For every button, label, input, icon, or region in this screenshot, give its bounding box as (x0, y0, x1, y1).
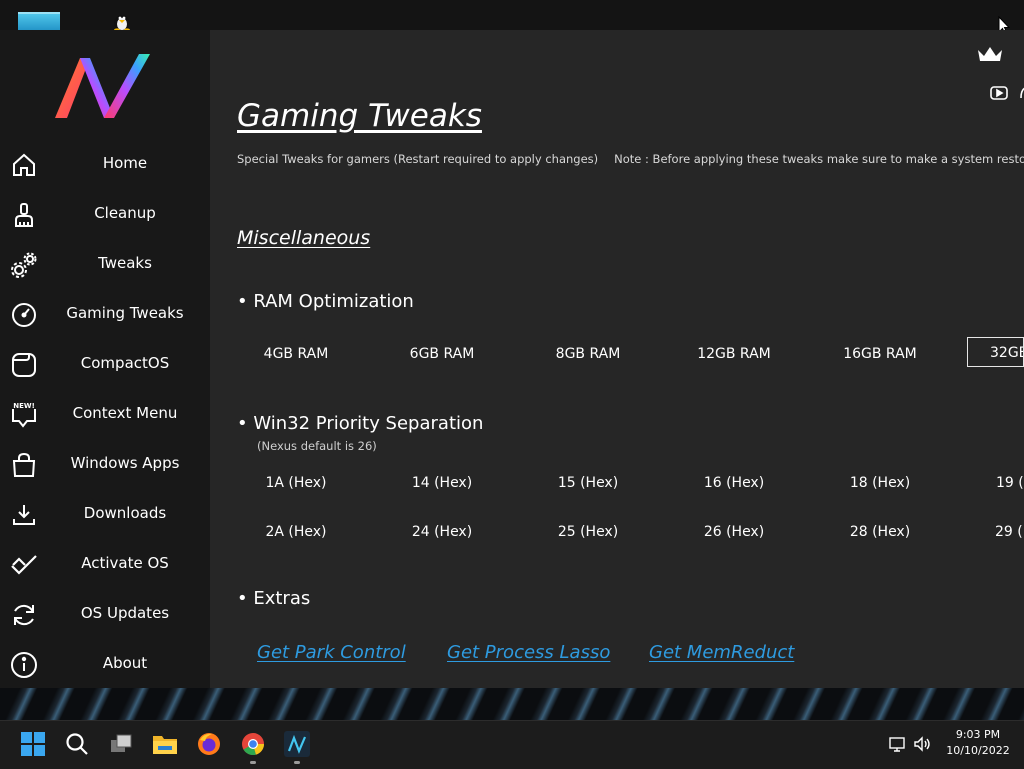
sidebar-item-gaming-tweaks[interactable]: Gaming Tweaks (0, 290, 210, 340)
main-panel: Gaming Tweaks Special Tweaks for gamers … (210, 30, 1024, 688)
gears-icon (11, 252, 37, 278)
ram-option-button[interactable]: 4GB RAM (230, 339, 362, 369)
sidebar-item-label: Gaming Tweaks (66, 304, 184, 322)
sidebar-item-about[interactable]: About (0, 640, 210, 690)
priority-option-button[interactable]: 2A (Hex) (230, 517, 362, 547)
nexus-running-indicator (294, 761, 300, 764)
volume-icon[interactable] (912, 734, 932, 754)
sidebar-item-os-updates[interactable]: OS Updates (0, 590, 210, 640)
ram-option-button[interactable]: 12GB RAM (668, 339, 800, 369)
sidebar-item-label: About (102, 654, 148, 672)
memreduct-link[interactable]: Get MemReduct (649, 642, 794, 663)
windows-start-icon[interactable] (20, 731, 46, 757)
clock-date: 10/10/2022 (946, 744, 1010, 757)
youtube-icon[interactable] (990, 86, 1008, 100)
task-view-icon[interactable] (108, 731, 134, 757)
desktop-wallpaper (0, 688, 1024, 720)
penguin-icon[interactable] (110, 10, 134, 32)
park-control-link[interactable]: Get Park Control (257, 642, 406, 663)
sidebar-item-label: OS Updates (80, 604, 170, 622)
sidebar-item-label: Tweaks (98, 254, 152, 272)
page-title: Gaming Tweaks (237, 98, 482, 134)
sidebar: Home Cleanup Tweaks Gaming Tweaks Compac… (0, 30, 210, 688)
win32-default-hint: (Nexus default is 26) (257, 439, 377, 453)
sidebar-item-label: Downloads (83, 504, 167, 522)
priority-option-button[interactable]: 24 (Hex) (376, 517, 508, 547)
desktop-top-strip (0, 0, 1024, 35)
sidebar-item-activate-os[interactable]: Activate OS (0, 540, 210, 590)
process-lasso-link[interactable]: Get Process Lasso (447, 642, 610, 663)
refresh-icon (14, 604, 34, 626)
checkmark-icon (11, 555, 37, 575)
partial-social-icon[interactable] (1018, 86, 1024, 100)
win32-priority-heading: • Win32 Priority Separation (237, 413, 484, 434)
sidebar-item-home[interactable]: Home (0, 140, 210, 190)
priority-option-button[interactable]: 1A (Hex) (230, 468, 362, 498)
shopping-bag-icon (12, 452, 36, 477)
section-title-miscellaneous: Miscellaneous (237, 227, 371, 249)
sidebar-item-label: Activate OS (81, 554, 169, 572)
sidebar-item-compactos[interactable]: CompactOS (0, 340, 210, 390)
compact-box-icon (12, 353, 36, 377)
priority-option-button[interactable]: 16 (Hex) (668, 468, 800, 498)
priority-option-button[interactable]: 25 (Hex) (522, 517, 654, 547)
extras-heading: • Extras (237, 588, 311, 609)
sidebar-item-context-menu[interactable]: NEW! Context Menu (0, 390, 210, 440)
priority-option-button[interactable]: 15 (Hex) (522, 468, 654, 498)
search-icon[interactable] (64, 731, 90, 757)
home-icon (13, 153, 35, 176)
sidebar-item-label: Context Menu (72, 404, 178, 422)
file-explorer-icon[interactable] (152, 731, 178, 757)
svg-text:NEW!: NEW! (13, 402, 35, 410)
priority-option-button[interactable]: 29 (Hex) (995, 517, 1024, 547)
priority-option-button[interactable]: 28 (Hex) (814, 517, 946, 547)
chrome-icon[interactable] (240, 731, 266, 757)
restore-point-note: Note : Before applying these tweaks make… (614, 152, 1024, 166)
ram-option-button[interactable]: 8GB RAM (522, 339, 654, 369)
subtitle-text: Special Tweaks for gamers (Restart requi… (237, 152, 599, 166)
priority-option-button[interactable]: 19 (Hex) (996, 468, 1024, 498)
download-icon (13, 505, 35, 525)
taskbar-clock[interactable]: 9:03 PM 10/10/2022 (940, 727, 1016, 759)
sidebar-item-tweaks[interactable]: Tweaks (0, 240, 210, 290)
crown-icon[interactable] (976, 44, 1004, 64)
sidebar-item-windows-apps[interactable]: Windows Apps (0, 440, 210, 490)
chrome-running-indicator (250, 761, 256, 764)
sidebar-item-label: Windows Apps (70, 454, 180, 472)
ram-option-button-selected[interactable]: 32GB RAM (967, 337, 1024, 367)
desktop-window-icon[interactable] (18, 12, 60, 32)
network-icon[interactable] (888, 734, 908, 754)
new-chat-icon: NEW! (12, 402, 36, 428)
speedometer-icon (12, 303, 36, 327)
sidebar-item-label: Home (102, 154, 148, 172)
ram-optimization-heading: • RAM Optimization (237, 291, 414, 312)
priority-option-button[interactable]: 26 (Hex) (668, 517, 800, 547)
firefox-icon[interactable] (196, 731, 222, 757)
clock-time: 9:03 PM (955, 728, 1001, 741)
priority-option-button[interactable]: 18 (Hex) (814, 468, 946, 498)
brush-icon (15, 203, 33, 227)
taskbar: 9:03 PM 10/10/2022 (0, 720, 1024, 769)
sidebar-item-cleanup[interactable]: Cleanup (0, 190, 210, 240)
sidebar-item-downloads[interactable]: Downloads (0, 490, 210, 540)
page-subtitle: Special Tweaks for gamers (Restart requi… (237, 152, 1024, 166)
app-logo-icon (55, 54, 150, 118)
priority-option-button[interactable]: 14 (Hex) (376, 468, 508, 498)
info-icon (11, 652, 37, 678)
nexus-app-icon[interactable] (284, 731, 310, 757)
ram-option-button[interactable]: 16GB RAM (814, 339, 946, 369)
sidebar-item-label: CompactOS (80, 354, 170, 372)
sidebar-item-label: Cleanup (94, 204, 156, 222)
ram-option-button[interactable]: 6GB RAM (376, 339, 508, 369)
